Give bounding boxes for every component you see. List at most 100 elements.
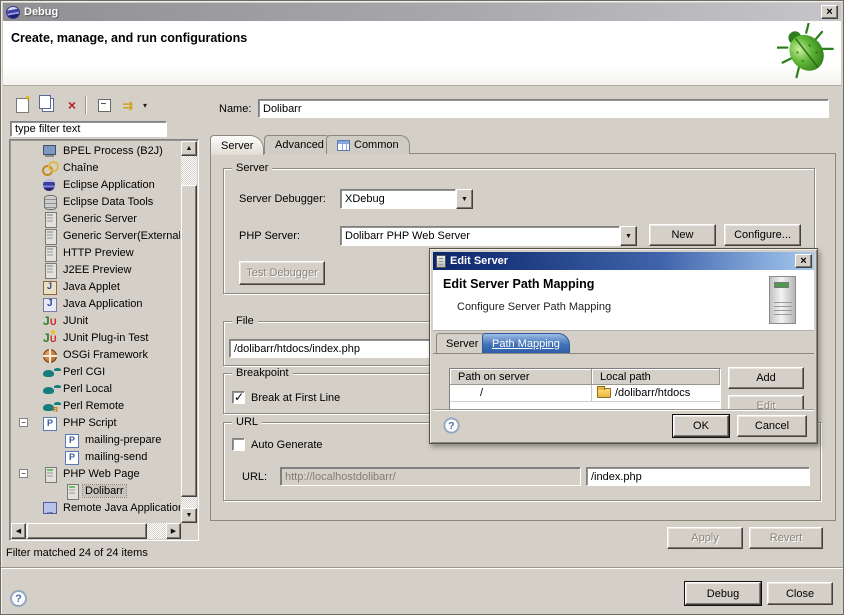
delete-launch-config-button[interactable]: × [61,94,83,116]
apply-button[interactable]: Apply [667,527,743,549]
tree-expander-icon[interactable]: − [19,418,28,427]
tree-horizontal-scrollbar[interactable]: ◀ ▶ [11,523,181,539]
new-launch-config-button[interactable] [11,94,33,116]
header-banner: Create, manage, and run configurations [3,21,841,86]
window-close-button[interactable]: × [821,5,838,19]
config-tree-panel: − BPEL Process (B2J) − Chaîne − Eclipse … [9,139,199,541]
tree-item[interactable]: − Java Application [12,295,180,312]
filter-input[interactable] [10,121,167,137]
name-label: Name: [219,103,251,115]
tree-item-icon [42,500,58,516]
debug-button[interactable]: Debug [685,582,761,605]
tree-item[interactable]: − HTTP Preview [12,244,180,261]
tree-item[interactable]: − PHP Web Page [12,465,180,482]
name-input[interactable] [258,99,829,118]
tree-item-label: Generic Server [61,213,139,225]
scroll-left-button[interactable]: ◀ [11,523,26,539]
eclipse-window-icon [6,6,20,19]
scroll-down-button[interactable]: ▼ [181,508,197,523]
dialog-tab-server[interactable]: Server [436,333,488,353]
revert-button[interactable]: Revert [749,527,823,549]
chevron-down-icon: ▾ [143,101,147,110]
tab-advanced-label: Advanced [275,139,324,151]
collapse-all-button[interactable] [93,94,115,116]
column-path-on-server[interactable]: Path on server [450,369,592,385]
tree-item-label: J2EE Preview [61,264,133,276]
duplicate-launch-config-button[interactable] [37,94,59,116]
tree-item[interactable]: − OSGi Framework [12,346,180,363]
scroll-right-button[interactable]: ▶ [166,523,181,539]
footer-separator [1,567,843,569]
folder-icon [597,388,611,398]
path-mapping-panel: Path on server Local path / /dolibarr/ht… [433,353,814,409]
path-on-server-cell: / [450,385,592,401]
tree-item-icon [42,347,58,363]
tree-item-label: Eclipse Data Tools [61,196,155,208]
tree-item-label: Java Application [61,298,145,310]
tree-item[interactable]: − Perl Local [12,380,180,397]
filter-configs-button[interactable]: ⇉ [117,94,139,116]
ok-button[interactable]: OK [673,415,729,437]
tab-server[interactable]: Server [210,135,264,155]
tree-item[interactable]: − mailing-send [12,448,180,465]
tree-vertical-scrollbar[interactable]: ▲ ▼ [181,141,197,523]
tree-item[interactable]: − Chaîne [12,159,180,176]
tree-item-icon [64,449,80,465]
tree-item[interactable]: − Dolibarr [12,482,180,499]
tree-item[interactable]: − J2EE Preview [12,261,180,278]
tree-item-icon [42,194,58,210]
new-config-icon [16,98,29,113]
tab-server-label: Server [221,140,253,152]
horizontal-scroll-thumb[interactable] [27,523,147,539]
tab-common[interactable]: Common [326,135,410,154]
debug-bug-icon [777,23,835,81]
dialog-tab-path-mapping[interactable]: Path Mapping [482,333,570,353]
tree-item[interactable]: − Generic Server [12,210,180,227]
vertical-scroll-thumb[interactable] [181,185,197,497]
cancel-button[interactable]: Cancel [737,415,807,437]
tree-item[interactable]: − Java Applet [12,278,180,295]
tree-expander-icon[interactable]: − [19,469,28,478]
edit-server-dialog: Edit Server × Edit Server Path Mapping C… [429,248,818,444]
tree-item[interactable]: − Remote Java Application [12,499,180,516]
tree-item[interactable]: − mailing-prepare [12,431,180,448]
tree-item-label: Dolibarr [83,485,126,497]
tree-item[interactable]: − JUnit [12,312,180,329]
tree-item[interactable]: − PHP Script [12,414,180,431]
tree-item[interactable]: − Generic Server(External La [12,227,180,244]
collapse-all-icon [98,99,111,112]
edit-mapping-button[interactable]: Edit [728,395,804,409]
edit-server-close-button[interactable]: × [795,254,812,268]
tree-item-icon [42,228,58,244]
duplicate-config-icon [39,95,51,109]
tree-item-icon [42,466,58,482]
tree-item-label: JUnit [61,315,90,327]
tree-item-label: Eclipse Application [61,179,157,191]
tree-item[interactable]: − Perl Remote [12,397,180,414]
tree-item[interactable]: − Eclipse Application [12,176,180,193]
toolbar-separator [85,96,87,114]
tree-item[interactable]: − Perl CGI [12,363,180,380]
tab-advanced[interactable]: Advanced [264,135,335,154]
table-row[interactable]: / /dolibarr/htdocs [450,385,720,402]
column-local-path[interactable]: Local path [592,369,720,385]
close-button[interactable]: Close [767,582,833,605]
tree-item[interactable]: − BPEL Process (B2J) [12,142,180,159]
table-header-row: Path on server Local path [450,369,720,385]
server-tower-icon [769,276,796,324]
help-icon[interactable] [10,590,27,607]
add-mapping-button[interactable]: Add [728,367,804,389]
dialog-help-icon[interactable] [443,417,459,433]
tree-item-label: Generic Server(External La [61,230,180,242]
tree-item-icon [42,211,58,227]
tree-item[interactable]: − Eclipse Data Tools [12,193,180,210]
tree-item[interactable]: − JUnit Plug-in Test [12,329,180,346]
scroll-up-button[interactable]: ▲ [181,141,197,156]
toolbar-menu-button[interactable]: ▾ [139,94,151,116]
scrollbar-corner [181,523,197,539]
edit-server-heading: Edit Server Path Mapping [443,277,594,291]
tree-item-label: PHP Script [61,417,119,429]
local-path-cell: /dolibarr/htdocs [615,387,690,399]
tree-item-icon [42,160,58,176]
tree-item-label: HTTP Preview [61,247,136,259]
